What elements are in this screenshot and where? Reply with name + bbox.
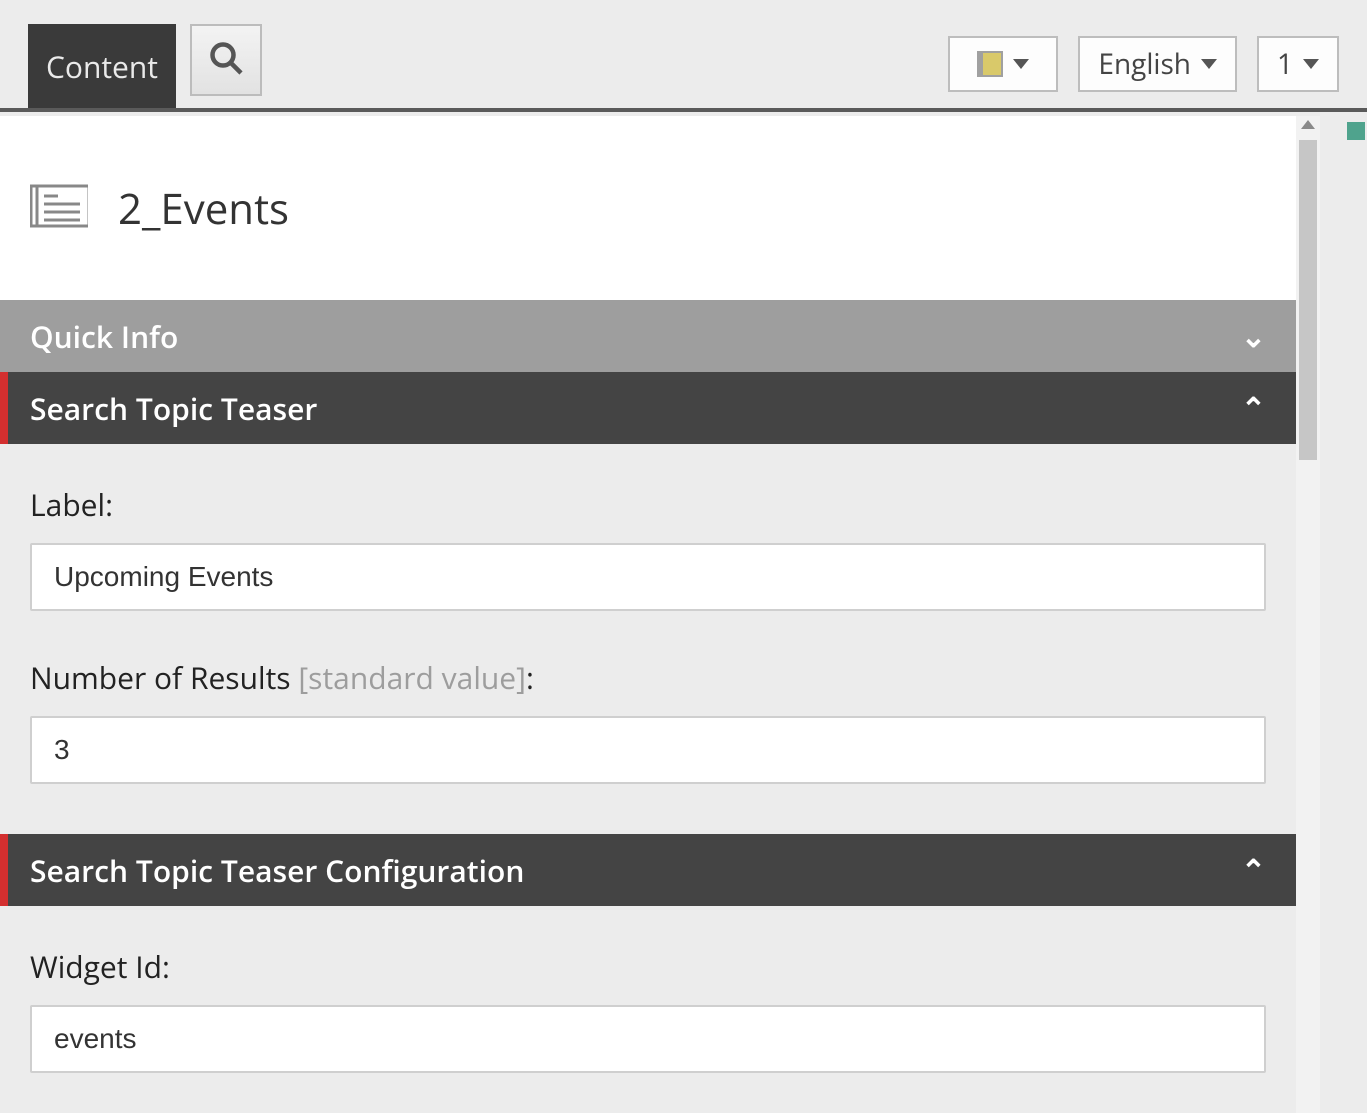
quick-info-title: Quick Info bbox=[30, 316, 178, 357]
chevron-up-icon: ⌃ bbox=[1241, 393, 1266, 423]
document-icon bbox=[30, 182, 88, 235]
results-field-label: Number of Results [standard value]: bbox=[30, 657, 1266, 698]
results-label-suffix: : bbox=[526, 657, 534, 698]
teaser-config-toggle[interactable]: Search Topic Teaser Configuration ⌃ bbox=[0, 834, 1296, 906]
teaser-body: Label: Number of Results [standard value… bbox=[0, 444, 1296, 834]
widget-id-label: Widget Id: bbox=[30, 946, 1266, 987]
section-teaser-config: Search Topic Teaser Configuration ⌃ Widg… bbox=[0, 834, 1296, 1113]
standard-value-hint: [standard value] bbox=[298, 657, 526, 698]
teaser-config-body: Widget Id: bbox=[0, 906, 1296, 1113]
chevron-up-icon: ⌃ bbox=[1241, 855, 1266, 885]
content-scroll-area: 2_Events Quick Info ⌄ Search Topic Tease… bbox=[0, 116, 1340, 1113]
toolbar-right-group: English 1 bbox=[948, 36, 1339, 92]
results-label-text: Number of Results bbox=[30, 657, 298, 698]
widget-id-input[interactable] bbox=[30, 1005, 1266, 1073]
version-label: 1 bbox=[1277, 45, 1293, 83]
caret-down-icon bbox=[1201, 59, 1217, 69]
teaser-title: Search Topic Teaser bbox=[30, 388, 317, 429]
top-toolbar: Content English 1 bbox=[0, 0, 1367, 112]
caret-down-icon bbox=[1013, 59, 1029, 69]
search-button[interactable] bbox=[190, 24, 262, 96]
page-header: 2_Events bbox=[0, 116, 1296, 300]
label-field-label: Label: bbox=[30, 484, 1266, 525]
chevron-down-icon: ⌄ bbox=[1241, 321, 1266, 351]
section-quick-info: Quick Info ⌄ bbox=[0, 300, 1296, 372]
language-label: English bbox=[1098, 45, 1191, 83]
label-input[interactable] bbox=[30, 543, 1266, 611]
accent-strip bbox=[0, 372, 8, 444]
version-picker[interactable]: 1 bbox=[1257, 36, 1339, 92]
book-icon bbox=[977, 51, 1003, 77]
section-teaser: Search Topic Teaser ⌃ Label: Number of R… bbox=[0, 372, 1296, 834]
teaser-toggle[interactable]: Search Topic Teaser ⌃ bbox=[0, 372, 1296, 444]
database-picker[interactable] bbox=[948, 36, 1058, 92]
teaser-config-title: Search Topic Teaser Configuration bbox=[30, 850, 524, 891]
search-icon bbox=[208, 40, 244, 81]
gutter-right bbox=[1340, 116, 1367, 1113]
content-tab-label: Content bbox=[46, 46, 158, 87]
status-indicator-icon bbox=[1347, 122, 1365, 140]
page-title: 2_Events bbox=[118, 180, 289, 237]
accent-strip bbox=[0, 834, 8, 906]
caret-down-icon bbox=[1303, 59, 1319, 69]
language-picker[interactable]: English bbox=[1078, 36, 1237, 92]
content-tab[interactable]: Content bbox=[28, 24, 176, 108]
results-input[interactable] bbox=[30, 716, 1266, 784]
quick-info-toggle[interactable]: Quick Info ⌄ bbox=[0, 300, 1296, 372]
